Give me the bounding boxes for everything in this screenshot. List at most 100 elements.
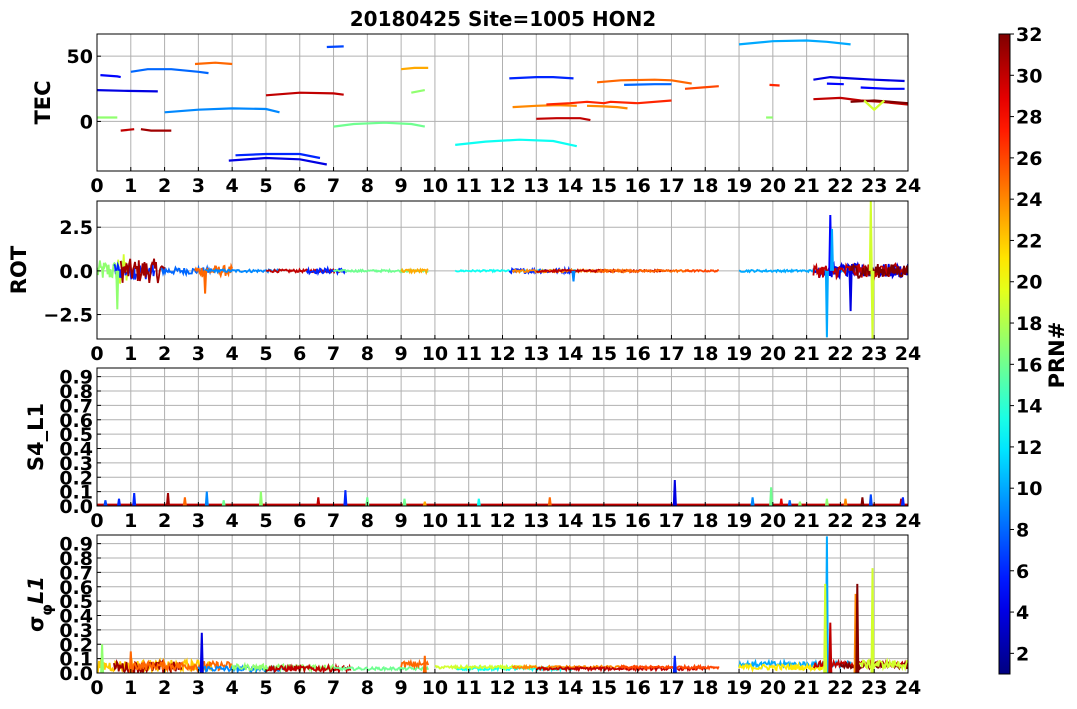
x-tick-label: 11 <box>455 343 481 365</box>
colorbar-tick-label: 20 <box>1016 272 1042 294</box>
tec-arc-prn-5 <box>826 82 844 86</box>
y-axis-label: TEC <box>31 80 55 124</box>
tec-arc-prn-26 <box>684 85 719 90</box>
tec-arc-prn-4 <box>813 75 905 83</box>
spike-prn-6 <box>343 490 348 506</box>
x-tick-label: 18 <box>692 677 718 699</box>
x-tick-label: 20 <box>760 510 786 532</box>
x-tick-label: 11 <box>455 510 481 532</box>
spike-prn-6 <box>672 655 677 673</box>
spike-prn-30 <box>828 622 833 673</box>
x-tick-label: 23 <box>861 677 887 699</box>
x-tick-label: 12 <box>489 677 515 699</box>
x-tick-label: 16 <box>624 175 650 197</box>
tec-arc-prn-25 <box>194 61 233 66</box>
x-tick-label: 0 <box>90 343 103 365</box>
tec-arc-prn-4 <box>97 89 158 93</box>
colorbar-tick-label: 28 <box>1016 107 1042 129</box>
x-tick-label: 19 <box>726 510 752 532</box>
x-tick-label: 24 <box>895 510 921 532</box>
tec-arc-prn-5 <box>100 74 121 79</box>
x-tick-label: 7 <box>327 510 340 532</box>
colorbar-tick-label: 6 <box>1016 561 1029 583</box>
x-tick-label: 12 <box>489 175 515 197</box>
y-tick-label: 0.9 <box>59 367 93 389</box>
x-tick-label: 12 <box>489 510 515 532</box>
spike-prn-31 <box>165 493 170 506</box>
x-tick-label: 6 <box>293 510 306 532</box>
tec-arc-prn-30 <box>120 128 135 132</box>
x-tick-label: 15 <box>591 175 617 197</box>
series-prn-21 <box>738 661 825 673</box>
x-tick-label: 17 <box>658 677 684 699</box>
tec-arc-prn-5 <box>860 86 905 90</box>
x-tick-label: 3 <box>192 677 205 699</box>
series-prn-26 <box>619 663 720 671</box>
panel-0: 0 1 2 3 4 5 6 7 8 9 10 11 12 13 14 15 16 17 18 19 20 21 22 23 24… <box>31 33 921 197</box>
x-tick-label: 6 <box>293 343 306 365</box>
x-tick-label: 3 <box>192 343 205 365</box>
x-tick-label: 5 <box>259 510 272 532</box>
spike-prn-16 <box>221 500 226 506</box>
x-tick-label: 15 <box>591 510 617 532</box>
x-tick-label: 22 <box>827 175 853 197</box>
x-tick-label: 13 <box>523 175 549 197</box>
x-tick-label: 17 <box>658 343 684 365</box>
figure: 20180425 Site=1005 HON2 0 1 2 3 4 5 6 7 8 9 10 11 12… <box>7 7 1069 699</box>
colorbar-tick-label: 18 <box>1016 313 1042 335</box>
spike-prn-7 <box>868 494 873 506</box>
x-tick-label: 17 <box>658 175 684 197</box>
x-tick-label: 2 <box>158 677 171 699</box>
x-tick-label: 10 <box>422 175 448 197</box>
colorbar-tick-label: 14 <box>1016 396 1042 418</box>
x-tick-label: 4 <box>226 175 239 197</box>
x-tick-label: 2 <box>158 175 171 197</box>
spike-prn-6 <box>132 493 137 506</box>
tec-arc-prn-9 <box>164 107 280 114</box>
x-tick-label: 5 <box>259 343 272 365</box>
x-tick-label: 9 <box>395 677 408 699</box>
tec-arc-prn-23 <box>400 66 429 71</box>
panel-3: 0 1 2 3 4 5 6 7 8 9 10 11 12 13 14 15 16 17 18 19 20 21 22 23 24… <box>24 534 921 699</box>
spike-prn-17 <box>115 270 120 310</box>
spike-prn-6 <box>900 497 905 506</box>
tec-arc-prn-24 <box>586 104 628 110</box>
colorbar-tick-label: 2 <box>1016 643 1029 665</box>
x-tick-label: 7 <box>327 677 340 699</box>
x-tick-label: 15 <box>591 343 617 365</box>
spike-prn-17 <box>797 501 802 506</box>
chart-title: 20180425 Site=1005 HON2 <box>350 7 656 31</box>
colorbar-tick-label: 30 <box>1016 65 1042 87</box>
x-tick-label: 4 <box>226 343 239 365</box>
x-tick-label: 8 <box>361 175 374 197</box>
x-tick-label: 3 <box>192 175 205 197</box>
tec-arc-prn-25 <box>597 78 692 85</box>
colorbar-tick-label: 12 <box>1016 437 1042 459</box>
spike-prn-10 <box>824 270 829 338</box>
tec-arc-prn-30 <box>536 117 591 122</box>
x-tick-label: 13 <box>523 510 549 532</box>
y-tick-label: 0.0 <box>59 261 93 283</box>
tec-arc-prn-4 <box>228 156 328 166</box>
x-tick-label: 12 <box>489 343 515 365</box>
spike-prn-8 <box>787 500 792 506</box>
spike-prn-24 <box>843 498 848 506</box>
x-tick-label: 2 <box>158 510 171 532</box>
colorbar-tick-label: 8 <box>1016 519 1029 541</box>
x-tick-label: 16 <box>624 677 650 699</box>
y-axis-label: S4_L1 <box>24 403 48 471</box>
x-tick-label: 14 <box>557 677 583 699</box>
spike-prn-17 <box>824 498 829 506</box>
x-tick-label: 22 <box>827 510 853 532</box>
y-tick-label: 0.9 <box>59 534 93 556</box>
x-tick-label: 19 <box>726 343 752 365</box>
panel-1: 0 1 2 3 4 5 6 7 8 9 10 11 12 13 14 15 16 17 18 19 20 21 22 23 24… <box>7 200 921 365</box>
spike-prn-23 <box>422 501 427 506</box>
spike-prn-25 <box>203 270 208 294</box>
x-tick-label: 5 <box>259 677 272 699</box>
spike-prn-25 <box>422 655 427 673</box>
spike-prn-4 <box>672 480 677 506</box>
x-tick-label: 15 <box>591 677 617 699</box>
x-tick-label: 22 <box>827 343 853 365</box>
x-tick-label: 21 <box>793 175 819 197</box>
